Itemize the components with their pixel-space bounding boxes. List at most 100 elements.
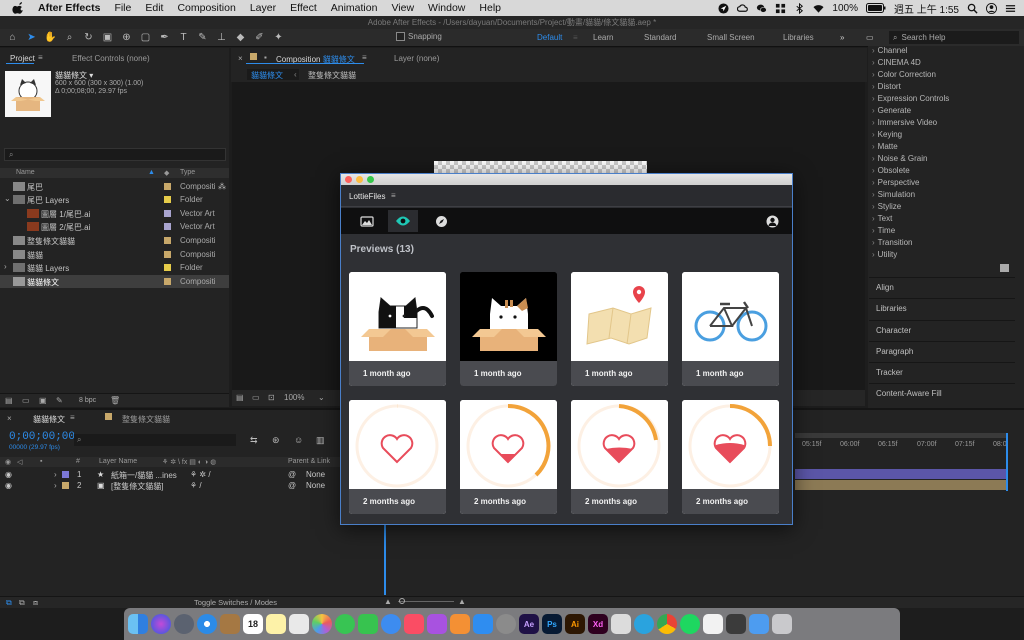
nav-account[interactable] (757, 210, 787, 232)
effect-category[interactable]: Expression Controls (872, 94, 950, 103)
layer-label-swatch[interactable] (62, 471, 69, 478)
chevron-right-icon[interactable]: › (4, 262, 7, 271)
music-icon[interactable] (404, 614, 424, 634)
preview-card[interactable]: 1 month ago (349, 272, 446, 386)
workspace-learn[interactable]: Learn (593, 33, 613, 42)
chevron-right-icon[interactable]: › (54, 470, 57, 479)
nav-local-files[interactable] (352, 210, 382, 232)
parent-value[interactable]: None (306, 470, 325, 479)
selection-tool-icon[interactable]: ➤ (25, 31, 38, 44)
effect-category[interactable]: Simulation (872, 190, 915, 199)
menu-window[interactable]: Window (428, 2, 465, 14)
menu-layer[interactable]: Layer (250, 2, 276, 14)
zoom-slider-thumb[interactable] (399, 598, 405, 604)
camera-tool-icon[interactable]: ▣ (101, 31, 114, 44)
parent-value[interactable]: None (306, 481, 325, 490)
close-window-button[interactable] (345, 176, 352, 183)
parent-pickwhip-icon[interactable]: @ (288, 470, 296, 479)
spotify-icon[interactable] (680, 614, 700, 634)
downloads-icon[interactable] (749, 614, 769, 634)
layer-row[interactable]: ◉ › 1 ★ 紙箱一/貓貓 ...ines ⚘ ✲ / @ None (0, 469, 340, 480)
project-row[interactable]: 貓貓 Compositi (0, 248, 229, 261)
project-row[interactable]: 圖層 2/尾巴.ai Vector Art (0, 220, 229, 233)
effect-category[interactable]: Obsolete (872, 166, 910, 175)
effect-category[interactable]: Matte (872, 142, 898, 151)
after-effects-icon[interactable]: Ae (519, 614, 539, 634)
col-name[interactable]: Name (16, 169, 35, 176)
zoom-window-button[interactable] (367, 176, 374, 183)
col-layer-name[interactable]: Layer Name (99, 458, 137, 465)
minimize-window-button[interactable] (356, 176, 363, 183)
label-swatch[interactable] (164, 223, 171, 230)
project-search-input[interactable]: ⌕ (4, 148, 226, 161)
workspace-small-screen[interactable]: Small Screen (707, 33, 755, 42)
workspace-libraries[interactable]: Libraries (783, 33, 814, 42)
sort-asc-icon[interactable]: ▲ (148, 169, 155, 176)
effect-category[interactable]: Utility (872, 250, 898, 259)
layer-switches-icon[interactable]: ⚘ ✲ / (190, 470, 211, 479)
siri-icon[interactable] (151, 614, 171, 634)
effect-category[interactable]: Generate (872, 106, 911, 115)
system-preferences-icon[interactable] (496, 614, 516, 634)
effect-category[interactable]: Time (872, 226, 895, 235)
layer-duration-bar[interactable] (795, 480, 1007, 490)
new-folder-icon[interactable]: ▭ (22, 396, 30, 405)
facetime-icon[interactable] (358, 614, 378, 634)
adjust-project-settings-icon[interactable]: ✎ (56, 396, 63, 405)
close-tab-icon[interactable]: × (7, 414, 12, 423)
safari-icon[interactable] (197, 614, 217, 634)
tab-project[interactable]: Project (10, 54, 35, 63)
reminders-icon[interactable] (289, 614, 309, 634)
puppet-pin-tool-icon[interactable]: ✦ (272, 31, 285, 44)
project-row[interactable]: ⌄ 尾巴 Layers Folder (0, 193, 229, 206)
shy-layers-icon[interactable]: ☺ (294, 435, 303, 445)
new-bin-icon[interactable] (1000, 264, 1009, 272)
layer-row[interactable]: ◉ › 2 ▣ [整隻條文貓貓] ⚘ / @ None (0, 480, 340, 491)
effect-category[interactable]: Stylize (872, 202, 902, 211)
menu-animation[interactable]: Animation (331, 2, 378, 14)
snapping-toggle[interactable]: Snapping (396, 32, 442, 41)
effect-category[interactable]: Color Correction (872, 70, 936, 79)
project-row[interactable]: › 貓貓 Layers Folder (0, 261, 229, 274)
workspace-default[interactable]: Default (537, 33, 562, 42)
podcasts-icon[interactable] (427, 614, 447, 634)
preview-card[interactable]: 2 months ago (349, 400, 446, 514)
panel-menu-icon[interactable]: ≡ (391, 191, 396, 200)
frame-blending-icon[interactable]: ▥ (316, 435, 325, 446)
pen-tool-icon[interactable]: ✒ (158, 31, 171, 44)
preview-card[interactable]: 1 month ago (460, 272, 557, 386)
current-timecode[interactable]: 0;00;00;00 (9, 431, 75, 443)
layer-name[interactable]: [整隻條文貓貓] (111, 481, 163, 492)
label-swatch[interactable] (164, 264, 171, 271)
work-area-bar[interactable] (795, 433, 1007, 438)
tab-effect-controls[interactable]: Effect Controls (none) (72, 54, 150, 63)
panel-tracker[interactable]: Tracker (869, 362, 1015, 382)
document-icon[interactable] (703, 614, 723, 634)
app-grid-icon[interactable] (775, 3, 786, 14)
col-parent-link[interactable]: Parent & Link (288, 458, 330, 465)
chrome-icon[interactable] (657, 614, 677, 634)
spotlight-search-icon[interactable] (967, 3, 978, 14)
preview-card[interactable]: 2 months ago (682, 400, 779, 514)
project-row[interactable]: 圖層 1/尾巴.ai Vector Art (0, 207, 229, 220)
col-type[interactable]: Type (180, 169, 195, 176)
visibility-eye-icon[interactable]: ◉ (5, 481, 12, 490)
new-composition-icon[interactable]: ▣ (39, 396, 47, 405)
rectangle-tool-icon[interactable]: ▢ (139, 31, 152, 44)
telegram-icon[interactable] (634, 614, 654, 634)
trash-icon[interactable] (772, 614, 792, 634)
project-row-selected[interactable]: 貓貓條文 Compositi (0, 275, 229, 288)
trash-icon[interactable]: 🗑 (110, 396, 120, 405)
label-swatch[interactable] (164, 278, 171, 285)
layer-label-swatch[interactable] (62, 482, 69, 489)
panel-align[interactable]: Align (869, 277, 1015, 297)
zoom-tool-icon[interactable]: ⌕ (63, 31, 76, 44)
home-icon[interactable]: ⌂ (6, 31, 19, 44)
preview-card[interactable]: 2 months ago (460, 400, 557, 514)
photoshop-icon[interactable]: Ps (542, 614, 562, 634)
close-tab-icon[interactable]: × (238, 54, 243, 63)
project-row[interactable]: 尾巴 Compositi ⁂ (0, 180, 229, 193)
menu-file[interactable]: File (114, 2, 131, 14)
effect-category[interactable]: Keying (872, 130, 902, 139)
network-icon[interactable] (726, 614, 746, 634)
